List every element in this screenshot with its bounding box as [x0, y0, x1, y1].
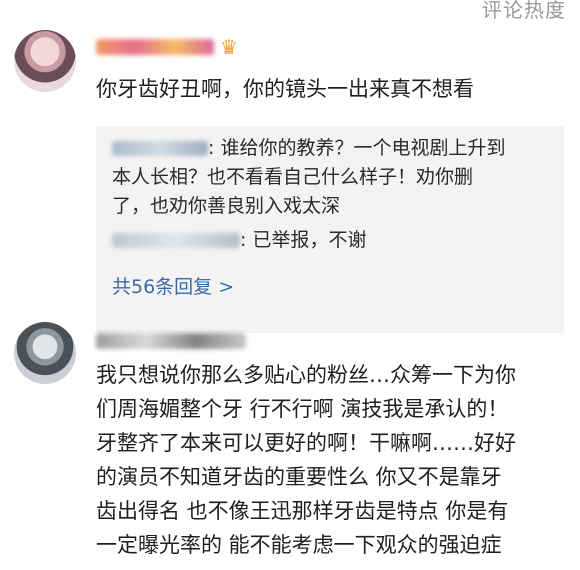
comment-text-line: 一定曝光率的 能不能考虑一下观众的强迫症	[96, 533, 502, 557]
reply-text: : 谁给你的教养？一个电视剧上升到	[208, 137, 506, 159]
reply-box: : 谁给你的教养？一个电视剧上升到 本人长相？也不看看自己什么样子！劝你删 了，…	[96, 126, 564, 333]
reply-text-line: 了，也劝你善良别入戏太深	[112, 195, 341, 217]
comment-text-line: 的演员不知道牙齿的重要性么 你又不是靠牙	[96, 465, 502, 489]
comment-text-line: 们周海媚整个牙 行不行啊 演技我是承认的！	[96, 397, 509, 421]
crown-icon: ♛	[220, 35, 238, 59]
comment-text-line: 齿出得名 也不像王迅那样牙齿是特点 你是有	[96, 499, 509, 523]
reply-text-line: 本人长相？也不看看自己什么样子！劝你删	[112, 166, 474, 188]
reply-item: : 已举报，不谢	[112, 226, 548, 255]
reply-text: : 已举报，不谢	[240, 229, 367, 251]
username-blurred[interactable]: ♛	[96, 36, 238, 58]
comment-text-line: 牙整齐了本来可以更好的啊！干嘛啊……好好	[96, 431, 516, 455]
sort-label-fragment: 评论热度	[482, 0, 566, 22]
comment-text: 你牙齿好丑啊，你的镜头一出来真不想看	[96, 77, 474, 101]
avatar[interactable]	[14, 322, 76, 384]
comment-text-line: 我只想说你那么多贴心的粉丝…众筹一下为你	[96, 363, 516, 387]
more-replies-link[interactable]: 共56条回复 >	[112, 272, 234, 299]
avatar[interactable]	[14, 30, 76, 92]
reply-item: : 谁给你的教养？一个电视剧上升到	[112, 134, 548, 163]
username-blurred[interactable]	[96, 330, 246, 352]
